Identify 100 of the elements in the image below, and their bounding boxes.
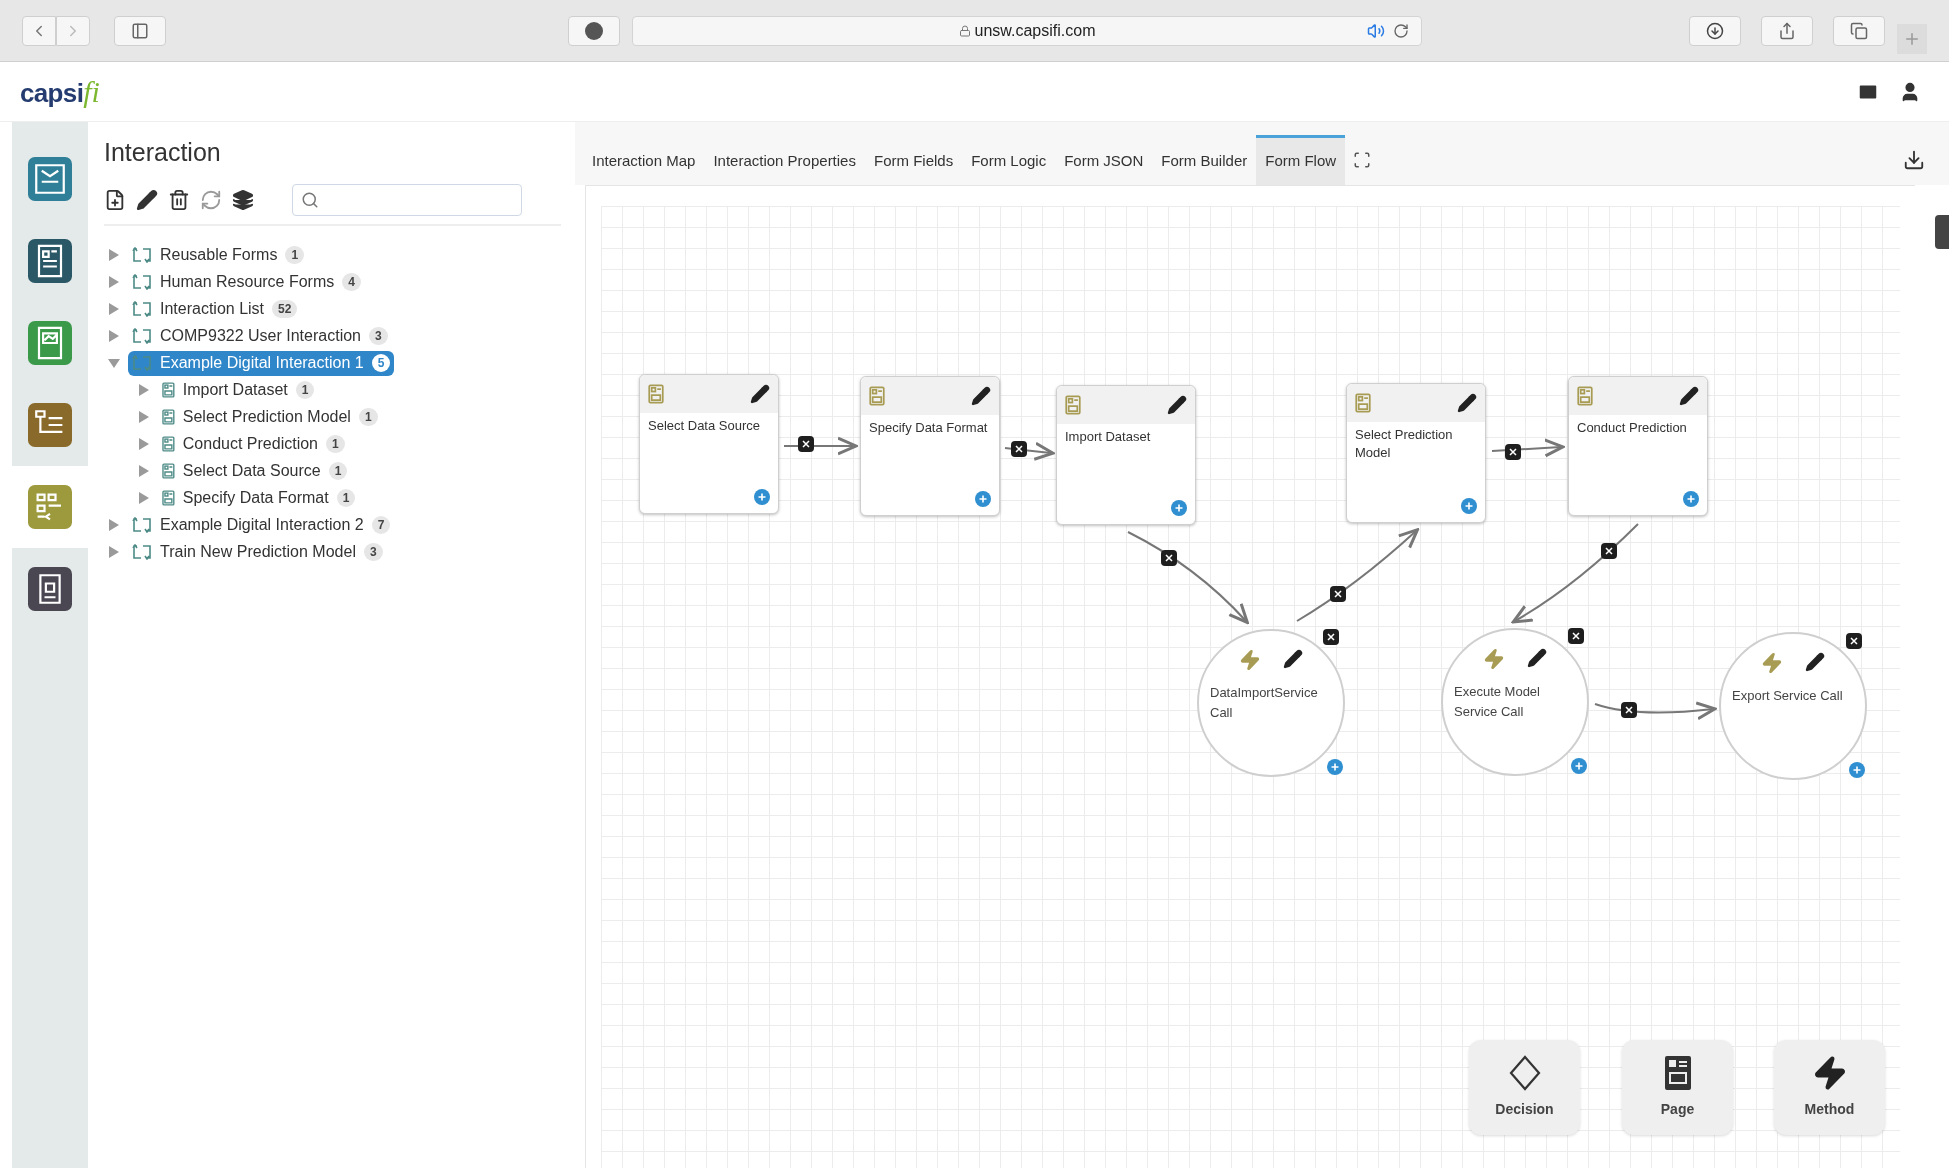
tab[interactable]: Form Flow <box>1256 135 1346 185</box>
address-bar[interactable]: unsw.capsifi.com <box>632 15 1422 46</box>
page-node[interactable]: Select Data Source <box>639 374 779 514</box>
add-icon[interactable] <box>1683 491 1699 507</box>
node-label: Conduct Prediction <box>1576 419 1688 437</box>
method-node[interactable]: Execute Model Service Call <box>1441 628 1589 776</box>
reload-icon[interactable] <box>1393 22 1409 39</box>
edit-icon[interactable] <box>971 386 991 406</box>
tab[interactable]: Interaction Properties <box>704 135 865 185</box>
delete-link-icon[interactable] <box>1330 586 1346 602</box>
palette-button[interactable]: Method <box>1774 1040 1885 1135</box>
delete-link-icon[interactable] <box>1568 628 1584 644</box>
method-node[interactable]: DataImportService Call <box>1197 629 1345 777</box>
connector-arrow[interactable] <box>783 436 858 456</box>
connector-arrow[interactable] <box>1594 701 1717 721</box>
edit-icon[interactable] <box>1457 393 1477 413</box>
logo[interactable]: capsifi <box>20 69 100 114</box>
connector-arrow[interactable] <box>1004 441 1055 461</box>
speaker-icon[interactable] <box>1367 21 1385 40</box>
download-icon[interactable] <box>1903 149 1925 171</box>
caret-icon[interactable] <box>108 249 120 261</box>
diamond-icon <box>1508 1055 1541 1091</box>
count-badge: 1 <box>336 489 356 507</box>
delete-icon[interactable] <box>168 188 190 211</box>
delete-link-icon[interactable] <box>1601 543 1617 559</box>
tree-item-label: Reusable Forms <box>160 245 278 265</box>
method-node[interactable]: Export Service Call <box>1719 632 1867 780</box>
palette-button[interactable]: Page <box>1622 1040 1733 1135</box>
edit-icon[interactable] <box>1167 395 1187 415</box>
add-icon[interactable] <box>975 491 991 507</box>
caret-icon[interactable] <box>138 384 150 396</box>
tree-item-label: Select Data Source <box>182 461 321 481</box>
edit-icon[interactable] <box>750 384 770 404</box>
extension-button[interactable] <box>568 15 620 46</box>
tree-item[interactable]: Reusable Forms 1 <box>128 242 309 268</box>
tree-item[interactable]: Train New Prediction Model 3 <box>128 539 387 565</box>
edit-icon[interactable] <box>1283 649 1303 669</box>
caret-icon[interactable] <box>108 519 120 531</box>
page-node[interactable]: Specify Data Format <box>860 376 1000 516</box>
tree-item[interactable]: Conduct Prediction 1 <box>158 431 349 457</box>
fit-view-icon[interactable] <box>1353 151 1372 169</box>
tab[interactable]: Form Fields <box>864 135 963 185</box>
edit-icon[interactable] <box>1527 648 1547 668</box>
caret-icon[interactable] <box>108 546 120 558</box>
delete-link-icon[interactable] <box>1621 702 1637 718</box>
share-button[interactable] <box>1761 15 1813 46</box>
add-icon[interactable] <box>1849 762 1865 778</box>
url-text: unsw.capsifi.com <box>974 20 1096 41</box>
tree-item[interactable]: Example Digital Interaction 2 7 <box>128 512 395 538</box>
edit-icon[interactable] <box>1679 386 1699 406</box>
add-icon[interactable] <box>754 489 770 505</box>
delete-link-icon[interactable] <box>1011 441 1027 457</box>
add-icon[interactable] <box>1327 759 1343 775</box>
caret-icon[interactable] <box>138 492 150 504</box>
count-badge: 5 <box>371 354 391 372</box>
add-icon[interactable] <box>1571 758 1587 774</box>
tab[interactable]: Interaction Map <box>583 135 705 185</box>
search-field[interactable] <box>292 183 522 216</box>
delete-link-icon[interactable] <box>1505 444 1521 460</box>
caret-icon[interactable] <box>108 276 120 288</box>
download-button[interactable] <box>1689 15 1741 46</box>
tree-item[interactable]: Specify Data Format 1 <box>158 485 360 511</box>
page-node[interactable]: Conduct Prediction <box>1568 376 1708 516</box>
page-icon <box>1663 1055 1692 1091</box>
tree-item[interactable]: Select Data Source 1 <box>158 458 352 484</box>
sidebar-button[interactable] <box>114 15 166 46</box>
delete-link-icon[interactable] <box>1161 550 1177 566</box>
tree-item[interactable]: Human Resource Forms 4 <box>128 269 365 295</box>
caret-icon[interactable] <box>108 357 120 369</box>
tree-item[interactable]: Select Prediction Model 1 <box>158 404 382 430</box>
caret-icon[interactable] <box>108 303 120 315</box>
tab[interactable]: Form Logic <box>962 135 1056 185</box>
page-node[interactable]: Import Dataset <box>1056 385 1196 525</box>
tab[interactable]: Form JSON <box>1055 135 1153 185</box>
collapse-handle[interactable] <box>1935 215 1949 249</box>
tree-item[interactable]: COMP9322 User Interaction 3 <box>128 323 392 349</box>
tree-item[interactable]: Example Digital Interaction 1 5 <box>128 350 395 376</box>
delete-link-icon[interactable] <box>1323 629 1339 645</box>
download-icon <box>1706 21 1724 40</box>
tabs-button[interactable] <box>1833 15 1885 46</box>
refresh-icon[interactable] <box>200 188 222 211</box>
caret-icon[interactable] <box>138 411 150 423</box>
tree-item[interactable]: Interaction List 52 <box>128 296 302 322</box>
connector-arrow[interactable] <box>1491 438 1565 458</box>
page-node[interactable]: Select Prediction Model <box>1346 383 1486 523</box>
delete-link-icon[interactable] <box>1846 633 1862 649</box>
add-icon[interactable] <box>1171 500 1187 516</box>
palette-button[interactable]: Decision <box>1469 1040 1580 1135</box>
edit-icon[interactable] <box>1805 652 1825 672</box>
new-item-icon[interactable] <box>104 188 126 211</box>
caret-icon[interactable] <box>108 330 120 342</box>
edit-icon[interactable] <box>136 188 158 211</box>
node-label: Import Dataset <box>1064 428 1152 446</box>
caret-icon[interactable] <box>138 438 150 450</box>
caret-icon[interactable] <box>138 465 150 477</box>
tab[interactable]: Form Builder <box>1152 135 1257 185</box>
delete-link-icon[interactable] <box>798 436 814 452</box>
tree-item[interactable]: Import Dataset 1 <box>158 377 319 403</box>
add-icon[interactable] <box>1461 498 1477 514</box>
count-badge: 7 <box>371 516 391 534</box>
